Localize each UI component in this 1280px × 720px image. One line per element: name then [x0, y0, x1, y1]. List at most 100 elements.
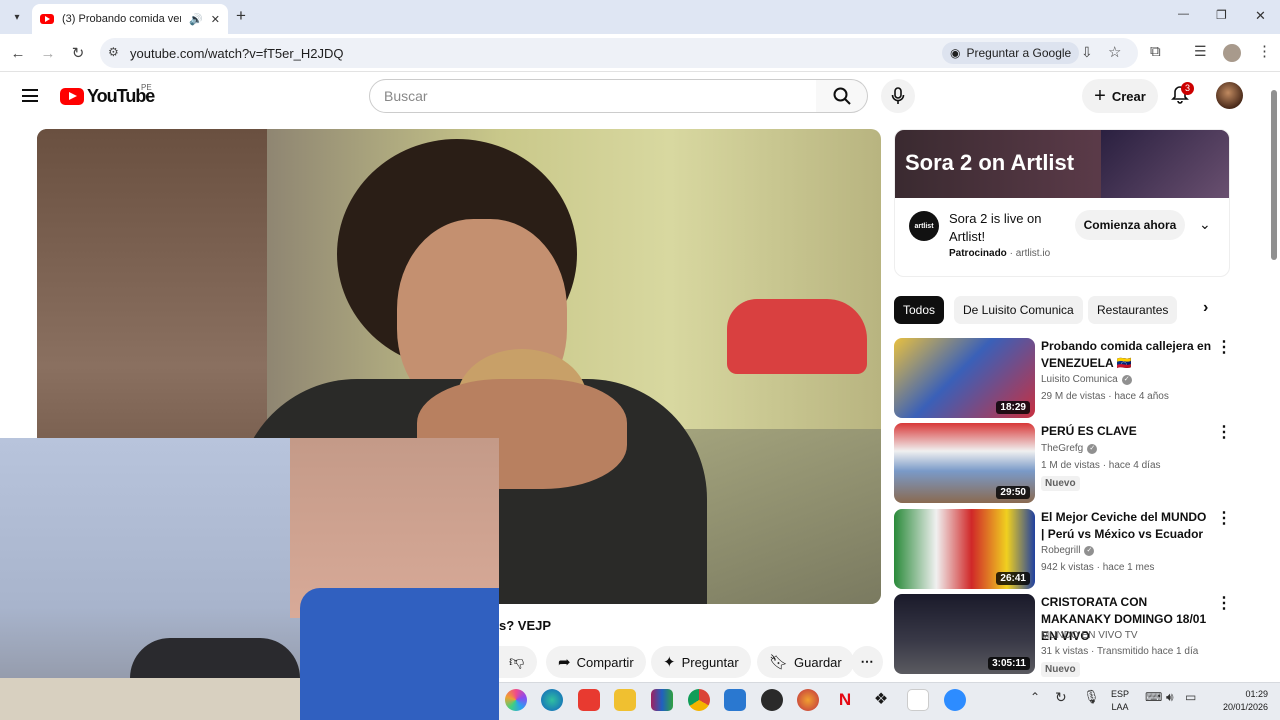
winrar-icon[interactable]	[651, 689, 673, 711]
search-input[interactable]: Buscar	[369, 79, 817, 113]
tray-chevron-icon[interactable]: ⌃	[1030, 690, 1040, 704]
volume-icon[interactable]: 🔊︎	[1166, 690, 1174, 705]
ad-cta-button[interactable]: Comienza ahora	[1075, 210, 1185, 240]
webcam-shirt	[300, 588, 499, 720]
chips-next-icon[interactable]: ›	[1203, 299, 1208, 317]
network-icon[interactable]: ⌨	[1145, 690, 1162, 704]
video-thumbnail[interactable]: 29:50	[894, 423, 1035, 503]
install-icon[interactable]: ⇩	[1081, 44, 1093, 61]
battery-icon[interactable]: ▭	[1185, 690, 1196, 704]
tray-mic-icon[interactable]: 🎙︎	[1083, 689, 1100, 705]
ad-sponsor-line: Patrocinado · artlist.io	[949, 248, 1051, 259]
recommendation-item[interactable]: 3:05:11 CRISTORATA CON MAKANAKY DOMINGO …	[894, 594, 1234, 677]
media-control-icon[interactable]: ☰	[1194, 43, 1207, 60]
ad-banner-character	[1101, 130, 1229, 198]
channel-name[interactable]: Luisito Comunica ✓	[1041, 374, 1132, 385]
edge-icon[interactable]	[541, 689, 563, 711]
more-options-icon[interactable]: ⋮	[1216, 425, 1232, 441]
reload-icon[interactable]: ↻	[68, 43, 88, 63]
copilot-icon[interactable]	[505, 689, 527, 711]
video-meta: 942 k vistas · hace 1 mes	[1041, 562, 1155, 573]
microphone-icon	[891, 87, 905, 104]
video-thumbnail[interactable]: 18:29	[894, 338, 1035, 418]
language-indicator[interactable]: ESP LAA	[1111, 688, 1129, 714]
voice-search-button[interactable]	[881, 79, 915, 113]
chip-todos[interactable]: Todos	[894, 296, 945, 324]
ad-sponsored-label: Patrocinado	[949, 248, 1007, 259]
scrollbar-thumb[interactable]	[1271, 90, 1277, 260]
chrome-icon[interactable]	[688, 689, 710, 711]
ad-banner[interactable]: Sora 2 on Artlist	[895, 130, 1229, 198]
user-avatar[interactable]	[1216, 82, 1243, 109]
url-text[interactable]: youtube.com/watch?v=fT5er_H2JDQ	[130, 46, 344, 61]
dislike-button[interactable]: 👎︎	[499, 646, 537, 678]
ask-button[interactable]: ✦ Preguntar	[651, 646, 751, 678]
share-icon: ➦	[558, 654, 571, 671]
ask-google-button[interactable]: ◉ Preguntar a Google	[942, 42, 1080, 64]
chip-de-luisito-comunica[interactable]: De Luisito Comunica	[954, 296, 1083, 324]
browser-menu-icon[interactable]: ⋮	[1257, 42, 1272, 60]
more-options-icon[interactable]: ⋮	[1216, 511, 1232, 527]
more-options-icon[interactable]: ⋮	[1216, 340, 1232, 356]
maximize-button[interactable]: ❐	[1216, 8, 1227, 22]
ad-expand-icon[interactable]: ⌄	[1199, 216, 1211, 233]
channel-name[interactable]: MUNDO EN VIVO TV	[1041, 630, 1138, 641]
channel-name[interactable]: TheGrefg ✓	[1041, 443, 1098, 454]
close-window-button[interactable]: ✕	[1255, 8, 1266, 24]
channel-name[interactable]: Robegrill ✓	[1041, 545, 1095, 556]
browser-tab[interactable]: (3) Probando comida vene 🔊 ✕	[32, 4, 228, 34]
minimize-button[interactable]: —	[1178, 8, 1189, 20]
clock[interactable]: 01:29 20/01/2026	[1208, 688, 1268, 714]
tab-strip: ▾ (3) Probando comida vene 🔊 ✕ + — ❐ ✕	[0, 0, 1280, 34]
video-thumbnail[interactable]: 26:41	[894, 509, 1035, 589]
zoom-icon[interactable]	[944, 689, 966, 711]
recommendation-item[interactable]: 26:41 El Mejor Ceviche del MUNDO | Perú …	[894, 509, 1234, 589]
video-title[interactable]: El Mejor Ceviche del MUNDO | Perú vs Méx…	[1041, 509, 1213, 543]
more-actions-button[interactable]: ⋯	[851, 646, 883, 678]
tab-search-button[interactable]: ▾	[8, 8, 26, 26]
video-title[interactable]: PERÚ ES CLAVE	[1041, 423, 1213, 440]
profile-avatar[interactable]	[1223, 44, 1241, 62]
file-explorer-icon[interactable]	[614, 689, 636, 711]
tab-close-icon[interactable]: ✕	[211, 13, 220, 26]
netflix-icon[interactable]: N	[834, 689, 856, 711]
recommendation-item[interactable]: 18:29 Probando comida callejera en VENEZ…	[894, 338, 1234, 418]
video-title[interactable]: Probando comida callejera en VENEZUELA 🇻…	[1041, 338, 1213, 372]
amazon-icon[interactable]	[907, 689, 929, 711]
search-button[interactable]	[816, 79, 868, 113]
ask-label: Preguntar	[681, 654, 739, 670]
sync-icon[interactable]: ↻	[1055, 689, 1067, 706]
plus-icon: +	[1094, 85, 1106, 107]
recommendation-item[interactable]: 29:50 PERÚ ES CLAVE TheGrefg ✓ 1 M de vis…	[894, 423, 1234, 503]
clock-time: 01:29	[1245, 689, 1268, 699]
thumbs-down-icon: 👎︎	[509, 653, 525, 670]
bookmark-star-icon[interactable]: ☆	[1108, 43, 1121, 61]
share-button[interactable]: ➦ Compartir	[546, 646, 646, 678]
notifications-button[interactable]: 3	[1170, 82, 1195, 107]
back-icon[interactable]: ←	[8, 43, 28, 63]
chip-restaurantes[interactable]: Restaurantes	[1088, 296, 1178, 324]
anydesk-icon[interactable]	[578, 689, 600, 711]
save-button[interactable]: 🔖︎ Guardar	[757, 646, 854, 678]
duration-badge: 3:05:11	[988, 657, 1030, 670]
create-button[interactable]: + Crear	[1082, 79, 1158, 113]
site-info-icon[interactable]: ⚙	[108, 45, 119, 59]
video-thumbnail[interactable]: 3:05:11	[894, 594, 1035, 674]
firefox-icon[interactable]	[797, 689, 819, 711]
ad-title[interactable]: Sora 2 is live on Artlist!	[949, 210, 1069, 246]
hamburger-menu-icon[interactable]	[22, 89, 38, 102]
ad-card[interactable]: Sora 2 on Artlist artlist Sora 2 is live…	[894, 129, 1230, 277]
extensions-icon[interactable]: ⧉	[1150, 43, 1161, 60]
more-options-icon[interactable]: ⋮	[1216, 596, 1232, 612]
video-meta: 1 M de vistas · hace 4 días	[1041, 460, 1161, 471]
obs-icon[interactable]	[761, 689, 783, 711]
new-tab-button[interactable]: +	[236, 6, 246, 26]
page-scrollbar[interactable]	[1270, 80, 1278, 678]
outlook-icon[interactable]	[724, 689, 746, 711]
youtube-play-icon	[60, 88, 84, 105]
verified-icon: ✓	[1121, 374, 1132, 385]
audio-playing-icon[interactable]: 🔊	[189, 13, 203, 26]
dropbox-icon[interactable]: ❖	[870, 689, 892, 711]
video-title: s? VEJP	[499, 618, 552, 633]
forward-icon[interactable]: →	[38, 43, 58, 63]
